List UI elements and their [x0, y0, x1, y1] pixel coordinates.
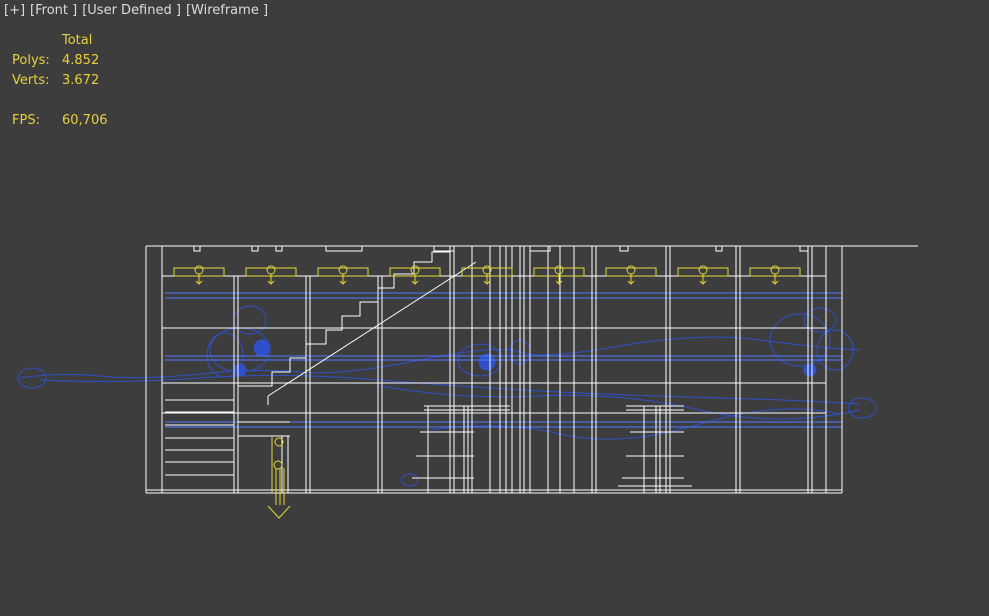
- building-wireframe: [145, 245, 918, 494]
- blue-helper-geometry: [17, 305, 877, 487]
- light-icon: [317, 265, 369, 285]
- light-icon: [173, 265, 225, 285]
- light-fixtures: [173, 265, 801, 519]
- directional-light-icon: [267, 436, 291, 519]
- light-icon: [749, 265, 801, 285]
- wireframe-viewport-canvas[interactable]: [0, 0, 989, 616]
- light-icon: [533, 265, 585, 285]
- light-icon: [605, 265, 657, 285]
- light-icon: [677, 265, 729, 285]
- light-icon: [389, 265, 441, 285]
- light-icon: [245, 265, 297, 285]
- light-icon: [461, 265, 513, 285]
